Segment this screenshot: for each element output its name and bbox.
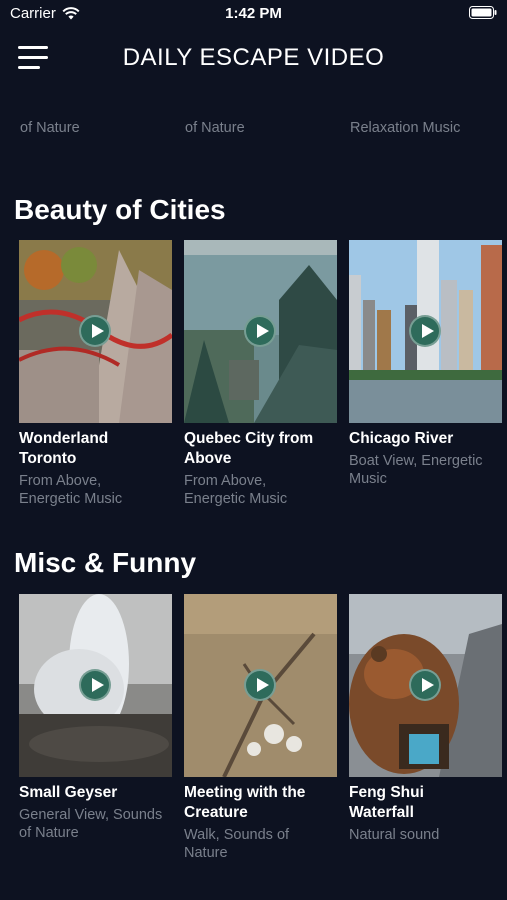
video-subtitle-line: Boat View, Energetic (349, 453, 483, 469)
video-title-line: Toronto (19, 450, 77, 467)
video-subtitle: From Above, Energetic Music (19, 473, 172, 508)
video-title-line: Wonderland (19, 430, 109, 447)
play-icon[interactable] (244, 669, 276, 701)
video-thumbnail[interactable] (184, 594, 337, 777)
video-thumbnail[interactable] (184, 240, 337, 423)
video-title-line: Creature (184, 804, 248, 821)
video-card-small-geyser[interactable]: Small Geyser General View, Sounds of Nat… (19, 594, 172, 842)
video-subtitle-line: Walk, Sounds of (184, 827, 290, 843)
video-title-line: Chicago River (349, 430, 454, 447)
battery-icon (469, 6, 497, 23)
play-icon[interactable] (244, 315, 276, 347)
partial-subtitle: of Nature (20, 120, 80, 136)
video-subtitle-line: Music (349, 470, 387, 487)
video-thumbnail[interactable] (349, 240, 502, 423)
page-title: DAILY ESCAPE VIDEO (122, 44, 385, 71)
video-subtitle-line: From Above, (184, 473, 267, 489)
video-title-line: Meeting with the (184, 784, 306, 801)
video-thumbnail[interactable] (19, 594, 172, 777)
video-subtitle: General View, Sounds of Nature (19, 807, 172, 842)
play-icon[interactable] (79, 669, 111, 701)
clock: 1:42 PM (225, 5, 282, 22)
video-subtitle-line: General View, Sounds (19, 807, 163, 823)
video-subtitle-line: From Above, (19, 473, 102, 489)
video-card-quebec-city[interactable]: Quebec City from Above From Above, Energ… (184, 240, 337, 508)
section-title-beauty-of-cities: Beauty of Cities (14, 194, 226, 225)
nav-bar: DAILY ESCAPE VIDEO (0, 28, 507, 92)
video-title-line: Waterfall (349, 804, 414, 821)
video-subtitle-line: Natural sound (349, 827, 440, 843)
section-title-misc-funny: Misc & Funny (14, 547, 197, 578)
video-card-feng-shui-waterfall[interactable]: Feng Shui Waterfall Natural sound (349, 594, 502, 845)
play-icon[interactable] (79, 315, 111, 347)
video-subtitle-line: Nature (184, 844, 228, 861)
partial-subtitle: Relaxation Music (350, 120, 461, 136)
status-bar: Carrier 1:42 PM (0, 0, 507, 28)
video-title: Meeting with the Creature (184, 783, 337, 823)
video-title-line: Small Geyser (19, 784, 118, 801)
video-title: Quebec City from Above (184, 429, 337, 469)
video-title: Wonderland Toronto (19, 429, 172, 469)
video-subtitle: Boat View, Energetic Music (349, 453, 502, 488)
video-subtitle-line: Energetic Music (19, 490, 123, 507)
video-subtitle-line: Energetic Music (184, 490, 288, 507)
video-title: Small Geyser (19, 783, 172, 803)
video-thumbnail[interactable] (19, 240, 172, 423)
video-title-line: Above (184, 450, 232, 467)
partial-subtitle: of Nature (185, 120, 245, 136)
video-subtitle: From Above, Energetic Music (184, 473, 337, 508)
video-title-line: Feng Shui (349, 784, 424, 801)
video-subtitle: Walk, Sounds of Nature (184, 827, 337, 862)
partial-row-subtitles: of Nature of Nature Relaxation Music (0, 118, 507, 140)
video-subtitle: Natural sound (349, 827, 502, 845)
video-card-wonderland-toronto[interactable]: Wonderland Toronto From Above, Energetic… (19, 240, 172, 508)
video-thumbnail[interactable] (349, 594, 502, 777)
video-subtitle-line: of Nature (19, 824, 79, 841)
play-icon[interactable] (409, 315, 441, 347)
video-title: Feng Shui Waterfall (349, 783, 502, 823)
video-card-chicago-river[interactable]: Chicago River Boat View, Energetic Music (349, 240, 502, 488)
video-title: Chicago River (349, 429, 502, 449)
video-card-meeting-creature[interactable]: Meeting with the Creature Walk, Sounds o… (184, 594, 337, 862)
video-title-line: Quebec City from (184, 430, 314, 447)
play-icon[interactable] (409, 669, 441, 701)
